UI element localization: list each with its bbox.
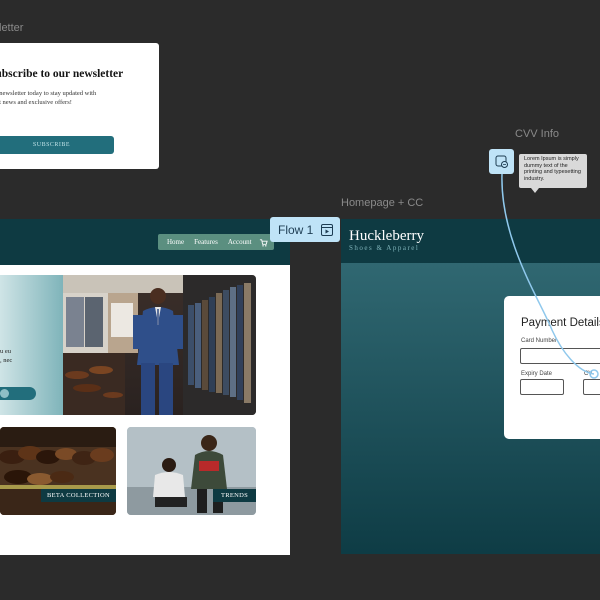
expiry-date-label: Expiry Date — [521, 371, 553, 377]
card-number-label: Card Number — [521, 338, 558, 344]
tooltip-component-icon — [495, 155, 508, 168]
homepage-cc-frame: Huckleberry Shoes & Apparel Payment Deta… — [341, 219, 600, 554]
cvv-tooltip: Lorem Ipsum is simply dummy text of the … — [519, 154, 587, 188]
payment-title: Payment Details — [521, 317, 600, 329]
payment-details-card: Payment Details Card Number Expiry Date … — [504, 296, 600, 439]
play-flow-icon[interactable] — [321, 223, 334, 236]
cvv-info-node[interactable] — [489, 149, 514, 174]
trends-image: TRENDS — [127, 427, 256, 515]
nav-home[interactable]: Home — [167, 238, 184, 246]
homepage-cc-frame-label[interactable]: Homepage + CC — [341, 197, 423, 209]
hero-text: u eu , nec — [0, 347, 12, 365]
hero-text-line-2: , nec — [0, 357, 13, 364]
hero-text-line-1: u eu — [0, 348, 12, 355]
cart-icon[interactable] — [259, 238, 268, 247]
store-hero-image — [63, 275, 256, 415]
hero-cta-icon — [0, 389, 9, 398]
brand-logo[interactable]: Huckleberry — [349, 228, 424, 245]
main-nav: Home Features Account — [158, 234, 274, 250]
newsletter-card: Subscribe to our newsletter our newslett… — [0, 43, 159, 169]
expiry-date-input[interactable] — [520, 379, 564, 395]
nav-features[interactable]: Features — [194, 238, 218, 246]
newsletter-body-line-2: atest news and exclusive offers! — [0, 99, 72, 106]
card-number-input[interactable] — [520, 348, 600, 364]
newsletter-body-line-1: our newsletter today to stay updated wit… — [0, 90, 97, 97]
newsletter-title: Subscribe to our newsletter — [0, 68, 124, 80]
cvv-label: CV — [584, 371, 593, 377]
homepage-frame: Home Features Account u eu , nec BETA CO… — [0, 219, 290, 555]
flow-label: Flow 1 — [278, 222, 314, 237]
homepage-cc-header: Huckleberry Shoes & Apparel — [341, 219, 600, 263]
homepage-header: Home Features Account — [0, 219, 290, 265]
cvv-input[interactable] — [583, 379, 600, 395]
flow-start-badge[interactable]: Flow 1 — [270, 217, 340, 242]
subscribe-button[interactable]: SUBSCRIBE — [0, 136, 114, 154]
newsletter-frame-label[interactable]: letter — [0, 22, 23, 34]
brand-tagline: Shoes & Apparel — [349, 244, 420, 252]
newsletter-body: our newsletter today to stay updated wit… — [0, 89, 149, 107]
store-illustration — [63, 275, 256, 415]
beta-collection-tag[interactable]: BETA COLLECTION — [41, 489, 116, 502]
cvv-info-frame-label[interactable]: CVV Info — [515, 128, 559, 140]
cvv-tooltip-arrow — [531, 188, 539, 193]
nav-account[interactable]: Account — [228, 238, 252, 246]
trends-tag[interactable]: TRENDS — [213, 489, 256, 502]
shoes-collection-image: BETA COLLECTION — [0, 427, 116, 515]
